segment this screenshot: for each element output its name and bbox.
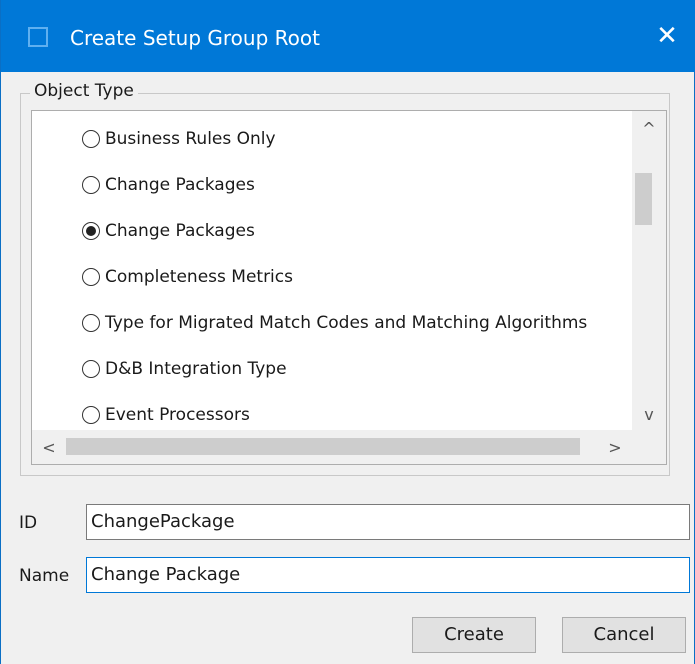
object-type-list[interactable]: Business Rules Only Change Packages Chan… (31, 110, 667, 465)
list-item-label: D&B Integration Type (105, 359, 287, 379)
vertical-scroll-thumb[interactable] (635, 173, 652, 225)
radio-button[interactable] (82, 268, 100, 286)
horizontal-scrollbar[interactable]: < > (32, 430, 632, 464)
list-item[interactable]: Type for Migrated Match Codes and Matchi… (82, 308, 587, 338)
window-title: Create Setup Group Root (70, 26, 320, 50)
title-bar[interactable]: Create Setup Group Root ✕ (1, 0, 695, 72)
radio-button[interactable] (82, 130, 100, 148)
scrollbar-corner (632, 430, 666, 464)
id-input[interactable]: ChangePackage (86, 504, 690, 540)
vertical-scrollbar[interactable]: ^ v (632, 111, 666, 431)
scroll-down-icon[interactable]: v (632, 397, 666, 431)
list-item-label: Type for Migrated Match Codes and Matchi… (105, 313, 588, 333)
close-icon[interactable]: ✕ (638, 14, 695, 58)
name-input[interactable]: Change Package (86, 557, 690, 593)
list-item[interactable]: D&B Integration Type (82, 354, 287, 384)
list-item-label: Completeness Metrics (105, 267, 293, 287)
radio-button[interactable] (82, 406, 100, 424)
scroll-right-icon[interactable]: > (598, 430, 632, 464)
list-item-label: Change Packages (105, 175, 255, 195)
name-label: Name (19, 566, 70, 586)
scroll-left-icon[interactable]: < (32, 430, 66, 464)
radio-button-selected[interactable] (82, 222, 100, 240)
radio-button[interactable] (82, 176, 100, 194)
horizontal-scroll-thumb[interactable] (66, 438, 580, 455)
scroll-up-icon[interactable]: ^ (632, 111, 666, 145)
list-item[interactable]: Change Packages (82, 216, 255, 246)
cancel-button[interactable]: Cancel (562, 617, 686, 653)
create-button[interactable]: Create (412, 617, 536, 653)
list-item[interactable]: Change Packages (82, 170, 255, 200)
list-item[interactable]: Event Processors (82, 400, 250, 430)
id-label: ID (19, 513, 38, 533)
window-icon (28, 27, 48, 47)
radio-button[interactable] (82, 314, 100, 332)
object-type-legend: Object Type (30, 80, 138, 102)
dialog-window: Create Setup Group Root ✕ Object Type Bu… (0, 0, 695, 664)
list-item-label: Event Processors (105, 405, 250, 425)
radio-button[interactable] (82, 360, 100, 378)
list-item[interactable]: Completeness Metrics (82, 262, 293, 292)
list-item[interactable]: Business Rules Only (82, 124, 276, 154)
list-item-label: Change Packages (105, 221, 255, 241)
list-item-label: Business Rules Only (105, 129, 276, 149)
